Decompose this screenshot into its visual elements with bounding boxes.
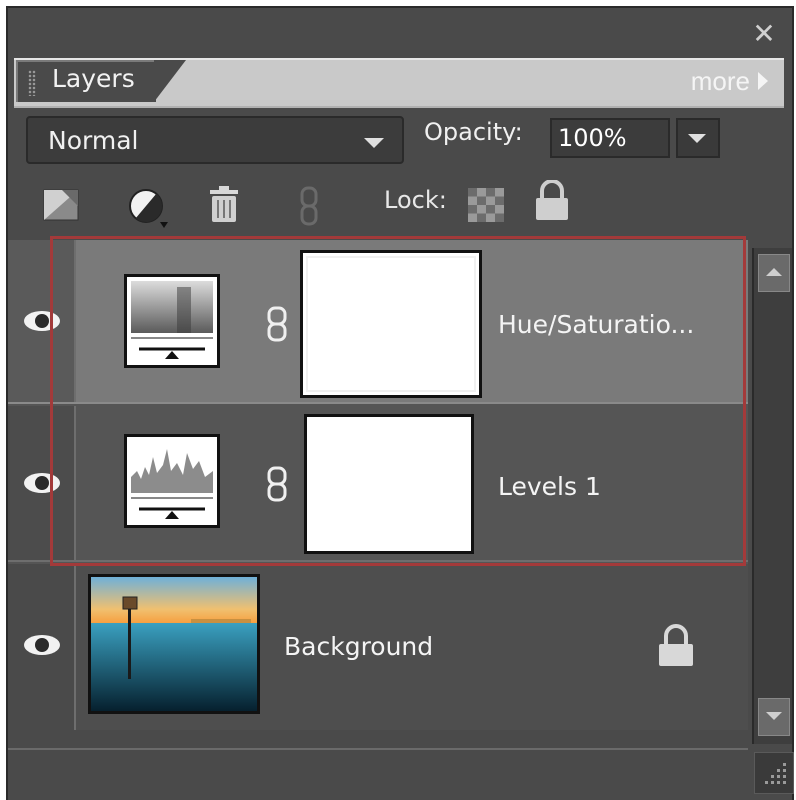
mask-link-icon[interactable] [266, 306, 288, 342]
adjustment-layer-icon[interactable] [126, 188, 170, 230]
link-icon[interactable] [298, 186, 322, 226]
layer-row-levels[interactable]: Levels 1 [8, 406, 748, 562]
layer-name: Levels 1 [498, 472, 601, 501]
tab-layers-label: Layers [52, 64, 135, 93]
chevron-right-icon[interactable] [758, 72, 768, 90]
layers-scrollbar[interactable] [752, 248, 792, 744]
levels-adjustment-icon [124, 434, 220, 528]
eye-icon[interactable] [22, 632, 62, 658]
eye-icon[interactable] [22, 470, 62, 496]
lock-transparency-icon[interactable] [468, 188, 504, 222]
layer-mask-thumbnail[interactable] [304, 414, 474, 554]
grip-icon[interactable] [28, 70, 36, 96]
eye-icon[interactable] [22, 308, 62, 334]
blend-mode-value: Normal [48, 126, 139, 155]
opacity-label: Opacity: [424, 118, 523, 146]
lock-all-icon[interactable] [532, 179, 572, 222]
more-menu-button[interactable]: more [691, 66, 750, 97]
layer-name: Hue/Saturatio... [498, 310, 695, 339]
resize-grip-icon[interactable] [754, 752, 794, 794]
arrow-down-icon [766, 712, 782, 720]
tab-layers-edge [154, 60, 186, 102]
blend-mode-select[interactable]: Normal [26, 116, 404, 164]
chevron-down-icon [688, 134, 706, 143]
panel-footer [8, 748, 748, 794]
layer-mask-thumbnail[interactable] [300, 250, 482, 398]
opacity-input[interactable]: 100% [550, 118, 670, 158]
close-icon[interactable]: ✕ [750, 20, 778, 48]
layer-row-background[interactable]: Background [8, 564, 748, 730]
hue-saturation-adjustment-icon [124, 274, 220, 368]
layers-list: Hue/Saturatio... Levels 1 Background [8, 240, 748, 730]
lock-label: Lock: [384, 186, 447, 214]
opacity-dropdown-button[interactable] [676, 118, 720, 158]
chevron-down-icon [364, 138, 384, 148]
background-image-thumbnail [88, 574, 260, 714]
lock-icon[interactable] [656, 624, 696, 668]
new-layer-icon[interactable] [42, 188, 80, 222]
mask-link-icon[interactable] [266, 466, 288, 502]
layer-row-hue-saturation[interactable]: Hue/Saturatio... [8, 240, 748, 404]
layer-name: Background [284, 632, 434, 661]
arrow-up-icon [766, 268, 782, 276]
scroll-up-button[interactable] [758, 254, 790, 292]
opacity-value: 100% [558, 124, 627, 152]
trash-icon[interactable] [206, 186, 242, 224]
scroll-down-button[interactable] [758, 698, 790, 736]
